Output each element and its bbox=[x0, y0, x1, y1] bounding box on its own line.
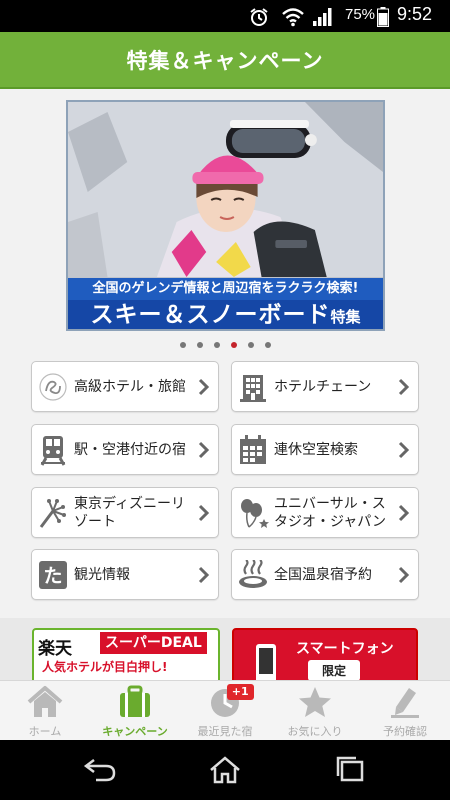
battery-icon bbox=[377, 7, 389, 27]
chevron-right-icon bbox=[198, 378, 210, 395]
calendar-icon bbox=[236, 433, 270, 467]
tab-label: キャンペーン bbox=[102, 725, 168, 738]
menu-label: 全国温泉宿予約 bbox=[274, 566, 372, 583]
signal-icon bbox=[313, 8, 332, 26]
wifi-icon bbox=[282, 8, 304, 27]
menu-label: 東京ディズニーリゾート bbox=[74, 495, 186, 530]
screen: 75% 9:52 特集＆キャンペーン 全国のゲレンデ情報と周辺宿をラクラク検索!… bbox=[0, 0, 450, 800]
tab-label: 予約確認 bbox=[383, 725, 427, 738]
carousel-dot[interactable] bbox=[213, 342, 220, 348]
tab-recently-viewed[interactable]: +1 最近見た宿 bbox=[180, 681, 270, 740]
star-icon bbox=[299, 687, 331, 717]
rakuten-logo: 楽天 bbox=[38, 634, 72, 659]
menu-button-station[interactable]: 駅・空港付近の宿 bbox=[31, 424, 219, 475]
carousel-dot[interactable] bbox=[247, 342, 254, 348]
chevron-right-icon bbox=[398, 504, 410, 521]
smartphone-icon bbox=[256, 644, 276, 680]
house-icon bbox=[27, 686, 63, 717]
clock-time: 9:52 bbox=[397, 4, 433, 24]
promo-strip: 楽天 スーパーDEAL 人気ホテルが目白押し! スマートフォン 限定 bbox=[0, 618, 450, 680]
hot-spring-icon bbox=[236, 558, 270, 592]
menu-button-sightseeing[interactable]: た 観光情報 bbox=[31, 549, 219, 600]
menu-button-tokyo-disney[interactable]: 東京ディズニーリゾート bbox=[31, 487, 219, 538]
banner-caption-top: 全国のゲレンデ情報と周辺宿をラクラク検索! bbox=[68, 278, 383, 300]
menu-label: ホテルチェーン bbox=[274, 378, 372, 395]
fireworks-icon bbox=[36, 496, 70, 530]
menu-label: 高級ホテル・旅館 bbox=[74, 378, 186, 395]
chevron-right-icon bbox=[198, 566, 210, 583]
new-count-badge: +1 bbox=[226, 684, 254, 700]
banner-title: スキー＆スノーボード bbox=[90, 302, 331, 328]
tab-label: ホーム bbox=[28, 725, 62, 738]
home-nav-icon[interactable] bbox=[205, 754, 245, 786]
tab-label: お気に入り bbox=[287, 725, 343, 738]
ta-character-icon: た bbox=[36, 558, 70, 592]
back-icon[interactable] bbox=[80, 754, 120, 786]
tab-label: 最近見た宿 bbox=[197, 725, 253, 738]
tab-favorites[interactable]: お気に入り bbox=[270, 681, 360, 740]
rakuten-super-deal-banner[interactable]: 楽天 スーパーDEAL 人気ホテルが目白押し! bbox=[32, 628, 220, 680]
status-bar: 75% 9:52 bbox=[0, 0, 450, 32]
balloon-icon bbox=[236, 496, 270, 530]
battery-percent: 75% bbox=[345, 6, 376, 23]
menu-button-holiday-vacancy[interactable]: 連休空室検索 bbox=[231, 424, 419, 475]
smartphone-title: スマートフォン bbox=[296, 641, 394, 657]
menu-button-universal-studios[interactable]: ユニバーサル・スタジオ・ジャパン bbox=[231, 487, 419, 538]
tab-home[interactable]: ホーム bbox=[0, 681, 90, 740]
limited-label: 限定 bbox=[308, 660, 361, 680]
system-nav-bar bbox=[0, 740, 450, 800]
menu-label: 駅・空港付近の宿 bbox=[74, 441, 186, 458]
menu-button-luxury[interactable]: 高級ホテル・旅館 bbox=[31, 361, 219, 412]
carousel-dot[interactable] bbox=[196, 342, 203, 348]
menu-label: 連休空室検索 bbox=[274, 441, 358, 458]
svg-text:た: た bbox=[43, 565, 62, 587]
chevron-right-icon bbox=[398, 566, 410, 583]
super-deal-subtitle: 人気ホテルが目白押し! bbox=[42, 660, 168, 674]
suitcase-icon bbox=[120, 685, 150, 717]
carousel-dot[interactable] bbox=[264, 342, 271, 348]
carousel-indicator bbox=[0, 342, 450, 354]
recent-apps-icon[interactable] bbox=[330, 754, 370, 786]
chevron-right-icon bbox=[398, 441, 410, 458]
banner-caption-main: スキー＆スノーボード特集 bbox=[68, 300, 383, 329]
menu-button-hotel-chain[interactable]: ホテルチェーン bbox=[231, 361, 419, 412]
tab-campaign[interactable]: キャンペーン bbox=[90, 681, 180, 740]
menu-label: ユニバーサル・スタジオ・ジャパン bbox=[274, 495, 386, 530]
train-icon bbox=[36, 433, 70, 467]
pen-icon bbox=[391, 688, 419, 718]
carousel-dot[interactable] bbox=[179, 342, 186, 348]
banner-title-suffix: 特集 bbox=[330, 308, 361, 326]
menu-label: 観光情報 bbox=[74, 566, 130, 583]
bottom-tab-bar: ホーム キャンペーン +1 最近見た宿 お気に入り 予約確認 bbox=[0, 680, 450, 740]
building-icon bbox=[236, 370, 270, 404]
smartphone-limited-banner[interactable]: スマートフォン 限定 bbox=[232, 628, 418, 680]
app-header: 特集＆キャンペーン bbox=[0, 32, 450, 89]
alarm-icon bbox=[250, 8, 268, 26]
luxury-logo-icon bbox=[36, 370, 70, 404]
chevron-right-icon bbox=[398, 378, 410, 395]
feature-banner[interactable]: 全国のゲレンデ情報と周辺宿をラクラク検索! スキー＆スノーボード特集 bbox=[66, 100, 385, 331]
banner-photo bbox=[68, 102, 383, 277]
super-deal-label: スーパーDEAL bbox=[100, 632, 207, 654]
tab-reservations[interactable]: 予約確認 bbox=[360, 681, 450, 740]
rakuten-brand-text: 楽天 bbox=[38, 639, 72, 659]
carousel-dot[interactable] bbox=[230, 342, 237, 348]
chevron-right-icon bbox=[198, 441, 210, 458]
chevron-right-icon bbox=[198, 504, 210, 521]
page-title: 特集＆キャンペーン bbox=[126, 48, 324, 73]
menu-button-onsen[interactable]: 全国温泉宿予約 bbox=[231, 549, 419, 600]
